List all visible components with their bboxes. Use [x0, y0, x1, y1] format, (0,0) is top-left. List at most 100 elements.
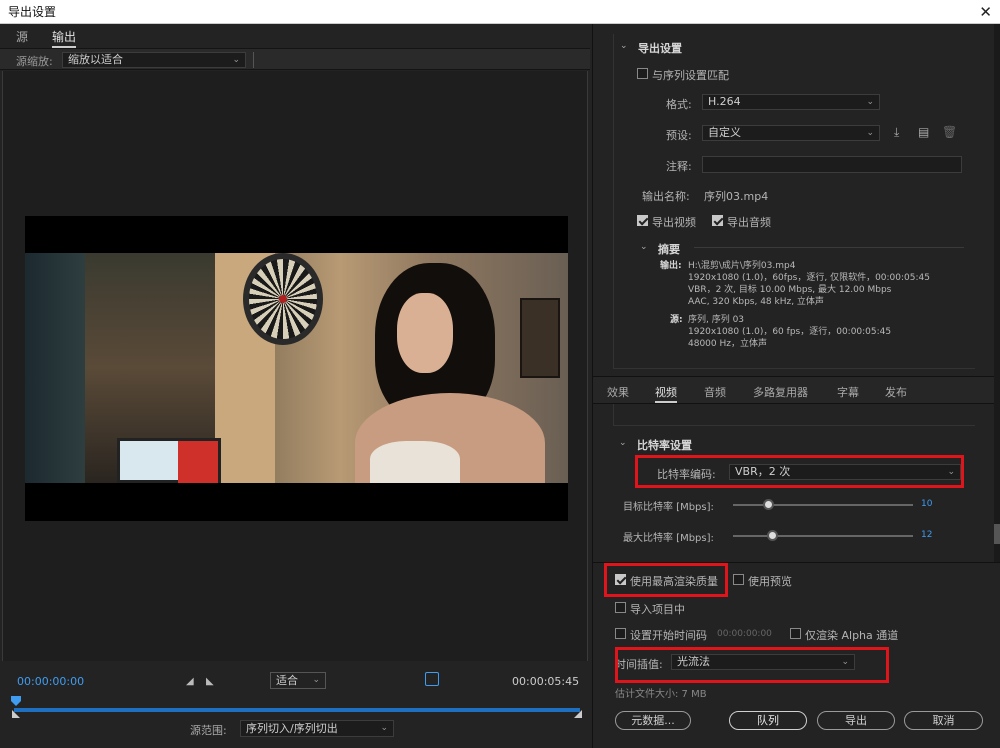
save-preset-icon[interactable]: ⤓	[894, 125, 899, 140]
scrollbar[interactable]	[994, 24, 1000, 564]
use-preview-checkbox[interactable]	[733, 574, 744, 585]
collapse-caret-icon[interactable]: ⌄	[620, 41, 628, 51]
highlight-box-render	[604, 563, 728, 597]
chevron-down-icon: ⌄	[232, 55, 240, 65]
cancel-button[interactable]: 取消	[904, 711, 983, 730]
timeline-track[interactable]	[14, 708, 580, 712]
max-bitrate-slider[interactable]	[733, 535, 913, 537]
summary-output-label: 输出:	[660, 261, 682, 271]
import-project-checkbox[interactable]	[615, 602, 626, 613]
left-panel: 源 输出 源缩放: 缩放以适合 ⌄ 00:00:00:00 ◢ ◣ 适合 ⌄ 0…	[0, 24, 590, 748]
collapse-caret-icon[interactable]: ⌄	[619, 438, 627, 448]
comment-input[interactable]	[702, 156, 962, 173]
export-settings-section: ⌄ 导出设置 与序列设置匹配 格式: H.264 ⌄ 预设: 自定义 ⌄ ⤓ ▤…	[613, 34, 975, 369]
tab-effects[interactable]: 效果	[607, 384, 629, 400]
right-panel: ⌄ 导出设置 与序列设置匹配 格式: H.264 ⌄ 预设: 自定义 ⌄ ⤓ ▤…	[592, 24, 1000, 748]
left-tabs: 源 输出	[0, 24, 590, 48]
summary-output-line: 1920x1080 (1.0)，60fps，逐行, 仅限软件，00:00:05:…	[688, 273, 930, 283]
target-bitrate-label: 目标比特率 [Mbps]:	[623, 502, 714, 513]
max-bitrate-label: 最大比特率 [Mbps]:	[623, 533, 714, 544]
format-value: H.264	[708, 95, 741, 108]
summary-caret-icon[interactable]: ⌄	[640, 242, 648, 252]
chevron-down-icon: ⌄	[380, 723, 388, 733]
target-bitrate-knob[interactable]	[763, 499, 774, 510]
fit-dropdown[interactable]: 适合 ⌄	[270, 672, 326, 689]
mark-in-icon[interactable]: ◢	[186, 676, 194, 687]
queue-button[interactable]: 队列	[729, 711, 807, 730]
start-timecode-label: 设置开始时间码	[630, 629, 707, 642]
summary-output-line: VBR，2 次, 目标 10.00 Mbps, 最大 12.00 Mbps	[688, 285, 892, 295]
start-timecode-value[interactable]: 00:00:00:00	[717, 629, 772, 639]
tab-video[interactable]: 视频	[655, 384, 677, 403]
export-button[interactable]: 导出	[817, 711, 895, 730]
target-bitrate-slider[interactable]	[733, 504, 913, 506]
tab-multiplexer[interactable]: 多路复用器	[753, 384, 808, 400]
mark-out-icon[interactable]: ◣	[206, 676, 214, 687]
highlight-box-bitrate	[635, 455, 964, 488]
tab-audio[interactable]: 音频	[704, 384, 726, 400]
import-project-label: 导入项目中	[630, 603, 685, 616]
summary-output-line: H:\混剪\成片\序列03.mp4	[688, 261, 796, 271]
match-sequence-checkbox[interactable]	[637, 68, 648, 79]
bitrate-header: 比特率设置	[637, 439, 692, 452]
chevron-down-icon: ⌄	[866, 128, 874, 138]
chevron-down-icon: ⌄	[866, 97, 874, 107]
use-preview-label: 使用预览	[748, 575, 792, 588]
max-bitrate-knob[interactable]	[766, 530, 778, 541]
video-frame	[25, 216, 568, 521]
summary-source-label: 源:	[670, 315, 683, 325]
divider	[253, 52, 254, 68]
start-timecode-checkbox[interactable]	[615, 628, 626, 639]
summary-source: 序列, 序列 03 1920x1080 (1.0)，60 fps，逐行，00:0…	[688, 314, 891, 350]
alpha-only-label: 仅渲染 Alpha 通道	[805, 629, 899, 642]
source-scale-label: 源缩放:	[16, 55, 53, 68]
format-dropdown[interactable]: H.264 ⌄	[702, 94, 880, 110]
max-bitrate-value[interactable]: 12	[921, 530, 932, 540]
playhead[interactable]	[11, 696, 21, 706]
import-preset-icon[interactable]: ▤	[918, 125, 929, 139]
timeline-bar: 00:00:00:00 ◢ ◣ 适合 ⌄ 00:00:05:45 源范围: 序列…	[2, 664, 588, 748]
metadata-button[interactable]: 元数据...	[615, 711, 691, 730]
crop-icon[interactable]	[425, 672, 439, 686]
scrollbar-thumb[interactable]	[994, 524, 1000, 544]
tab-captions[interactable]: 字幕	[837, 384, 859, 400]
summary-source-line: 1920x1080 (1.0)，60 fps，逐行，00:00:05:45	[688, 327, 892, 337]
tab-publish[interactable]: 发布	[885, 384, 907, 400]
preset-dropdown[interactable]: 自定义 ⌄	[702, 125, 880, 141]
summary-source-line: 48000 Hz，立体声	[688, 339, 767, 349]
alpha-only-checkbox[interactable]	[790, 628, 801, 639]
comment-label: 注释:	[666, 160, 692, 173]
output-name-link[interactable]: 序列03.mp4	[704, 188, 768, 204]
settings-tabs: 效果 视频 音频 多路复用器 字幕 发布	[593, 376, 1000, 404]
fit-value: 适合	[276, 674, 298, 687]
divider	[694, 247, 964, 248]
summary-output-line: AAC, 320 Kbps, 48 kHz, 立体声	[688, 297, 824, 307]
tab-output[interactable]: 输出	[52, 28, 77, 48]
window-titlebar: 导出设置 ✕	[0, 0, 1000, 24]
window-title: 导出设置	[8, 5, 57, 19]
summary-output: H:\混剪\成片\序列03.mp4 1920x1080 (1.0)，60fps，…	[688, 260, 930, 308]
bottom-options: 使用最高渲染质量 使用预览 导入项目中 设置开始时间码 00:00:00:00 …	[593, 562, 1000, 748]
source-range-dropdown[interactable]: 序列切入/序列切出 ⌄	[240, 720, 394, 737]
source-scale-value: 缩放以适合	[68, 53, 123, 66]
video-preview	[2, 71, 588, 661]
preset-label: 预设:	[666, 129, 692, 142]
export-video-label: 导出视频	[652, 216, 696, 229]
summary-header: 摘要	[658, 243, 680, 256]
match-sequence-label: 与序列设置匹配	[652, 69, 729, 82]
delete-preset-icon[interactable]: 🗑	[942, 125, 957, 139]
preset-value: 自定义	[708, 126, 741, 139]
video-still-image	[25, 253, 568, 483]
highlight-box-interpolation	[615, 647, 889, 683]
source-range-value: 序列切入/序列切出	[246, 722, 338, 735]
source-scale-row: 源缩放: 缩放以适合 ⌄	[0, 48, 590, 70]
close-icon[interactable]: ✕	[979, 0, 992, 24]
export-settings-header: 导出设置	[638, 42, 682, 55]
target-bitrate-value[interactable]: 10	[921, 499, 932, 509]
export-audio-checkbox[interactable]	[712, 215, 723, 226]
current-timecode[interactable]: 00:00:00:00	[17, 675, 84, 688]
export-video-checkbox[interactable]	[637, 215, 648, 226]
source-scale-dropdown[interactable]: 缩放以适合 ⌄	[62, 52, 246, 68]
tab-source[interactable]: 源	[16, 28, 28, 45]
summary-source-line: 序列, 序列 03	[688, 315, 745, 325]
